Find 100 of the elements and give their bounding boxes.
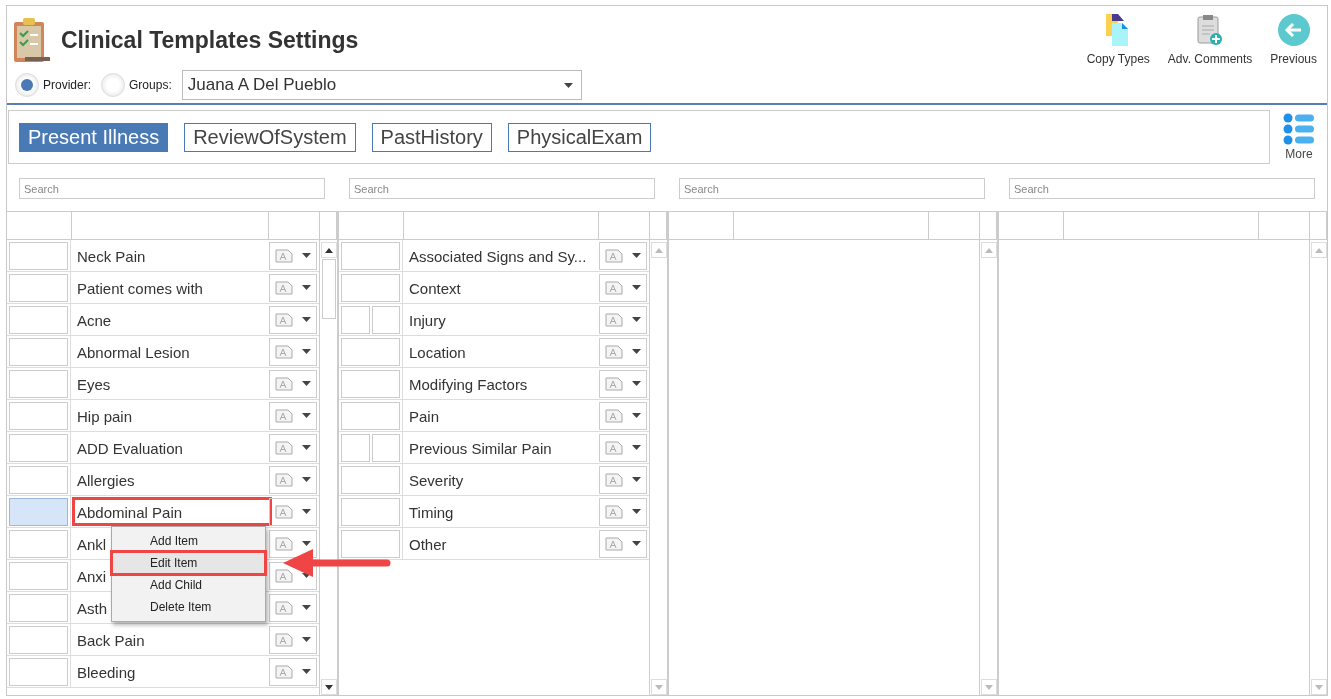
row-label[interactable]: Back Pain [75,628,147,651]
format-dropdown[interactable] [599,273,647,302]
tab[interactable]: Present Illness [19,122,169,152]
menu-item[interactable]: Delete Item [112,596,265,618]
scroll-up-button[interactable] [320,242,337,258]
row-label[interactable]: Asth [75,596,109,619]
text-format-icon [604,312,623,327]
row-label[interactable]: Eyes [75,372,113,395]
toolbar-button[interactable]: Previous [1270,14,1317,66]
format-dropdown[interactable] [599,305,647,334]
checkbox-cell[interactable] [9,305,68,334]
search-field[interactable]: Search [19,178,325,199]
checkbox-cell[interactable] [341,305,370,334]
row-label[interactable]: Acne [75,308,114,331]
checkbox-cell[interactable] [9,369,68,398]
text-format-icon [604,280,623,295]
checkbox-cell[interactable] [9,593,68,622]
caret-icon [302,349,312,354]
row-label[interactable]: Neck Pain [75,244,148,267]
text-format-icon [274,280,293,295]
checkbox-cell[interactable] [9,497,68,526]
provider-dropdown[interactable]: Juana A Del Pueblo [181,70,582,100]
checkbox-cell[interactable] [371,433,400,462]
row-label[interactable]: Anxi [75,564,109,587]
checkbox-cell[interactable] [9,337,68,366]
checkbox-cell[interactable] [371,305,400,334]
checkbox-cell[interactable] [341,369,400,398]
row-label[interactable]: Associated Signs and Sy... [407,244,589,267]
tab[interactable]: PastHistory [371,122,492,152]
tab[interactable]: PhysicalExam [507,122,652,152]
format-dropdown[interactable] [269,497,317,526]
search-field[interactable]: Search [349,178,655,199]
radio-button[interactable] [101,73,126,97]
format-dropdown[interactable] [269,625,317,654]
format-dropdown[interactable] [269,305,317,334]
row-label[interactable]: Pain [407,404,442,427]
search-field[interactable]: Search [679,178,985,199]
checkbox-cell[interactable] [341,337,400,366]
row-label[interactable]: Allergies [75,468,137,491]
format-dropdown[interactable] [599,369,647,398]
checkbox-cell[interactable] [9,433,68,462]
checkbox-cell[interactable] [341,433,370,462]
format-dropdown[interactable] [599,337,647,366]
row-label[interactable]: Other [407,532,449,555]
row-label[interactable]: Context [407,276,463,299]
checkbox-cell[interactable] [341,401,400,430]
row-label[interactable]: Severity [407,468,466,491]
format-dropdown[interactable] [599,401,647,430]
text-format-icon [274,312,293,327]
checkbox-cell[interactable] [9,657,68,686]
checkbox-cell[interactable] [9,241,68,270]
toolbar-button[interactable]: Copy Types [1086,14,1150,66]
row-label[interactable]: Abdominal Pain [75,500,269,523]
checkbox-cell[interactable] [341,529,400,558]
tab[interactable]: ReviewOfSystem [184,122,356,152]
format-dropdown[interactable] [269,369,317,398]
checkbox-cell[interactable] [9,561,68,590]
checkbox-cell[interactable] [341,273,400,302]
menu-item[interactable]: Add Child [112,574,265,596]
format-dropdown[interactable] [269,593,317,622]
menu-item[interactable]: Add Item [112,530,265,552]
format-dropdown[interactable] [269,433,317,462]
checkbox-cell[interactable] [341,497,400,526]
format-dropdown[interactable] [599,465,647,494]
row-label[interactable]: Injury [407,308,448,331]
scroll-down-button[interactable] [320,679,337,695]
row-label[interactable]: Hip pain [75,404,135,427]
row-label[interactable]: Bleeding [75,660,138,683]
search-field[interactable]: Search [1009,178,1315,199]
format-dropdown[interactable] [269,273,317,302]
row-label[interactable]: Abnormal Lesion [75,340,192,363]
checkbox-cell[interactable] [341,241,400,270]
checkbox-cell[interactable] [9,625,68,654]
format-dropdown[interactable] [269,337,317,366]
format-dropdown[interactable] [599,529,647,558]
row-label[interactable]: Location [407,340,468,363]
checkbox-cell[interactable] [9,529,68,558]
row-label[interactable]: Patient comes with [75,276,205,299]
toolbar-button[interactable]: Adv. Comments [1167,14,1253,66]
caret-icon [302,285,312,290]
row-label[interactable]: Modifying Factors [407,372,530,395]
checkbox-cell[interactable] [9,465,68,494]
checkbox-cell[interactable] [9,401,68,430]
format-dropdown[interactable] [599,433,647,462]
caret-icon [302,637,312,642]
radio-button[interactable] [15,73,39,97]
row-label[interactable]: ADD Evaluation [75,436,185,459]
format-dropdown[interactable] [269,401,317,430]
caret-icon [302,541,312,546]
format-dropdown[interactable] [599,497,647,526]
format-dropdown[interactable] [599,241,647,270]
more-button[interactable]: More [1283,110,1315,161]
format-dropdown[interactable] [269,529,317,558]
row-label[interactable]: Timing [407,500,456,523]
row-label[interactable]: Ankl [75,532,109,555]
row-label[interactable]: Previous Similar Pain [407,436,554,459]
scroll-thumb[interactable] [321,259,336,319]
checkbox-cell[interactable] [9,273,68,302]
format-dropdown[interactable] [269,465,317,494]
checkbox-cell[interactable] [341,465,400,494]
